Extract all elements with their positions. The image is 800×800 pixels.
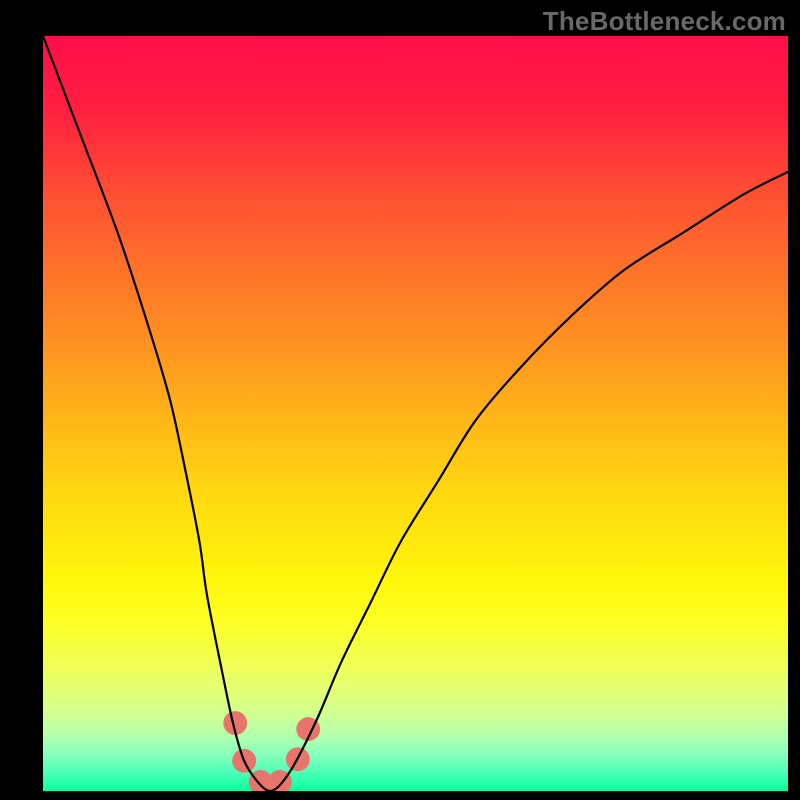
watermark-text: TheBottleneck.com — [543, 6, 786, 37]
chart-svg — [43, 36, 788, 791]
plot-area — [43, 36, 788, 791]
bottleneck-curve — [43, 36, 788, 791]
marker-blobs — [223, 711, 320, 791]
frame: TheBottleneck.com — [0, 0, 800, 800]
